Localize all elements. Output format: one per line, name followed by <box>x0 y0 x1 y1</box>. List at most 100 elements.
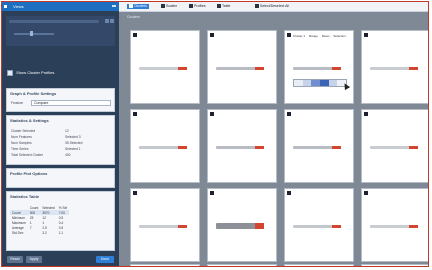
tile-checkbox[interactable] <box>133 112 137 116</box>
color-scale-step <box>311 80 321 86</box>
tab-table[interactable]: Table <box>217 4 230 9</box>
panel-title-bar: Views <box>2 2 119 11</box>
tab-label: Scatter <box>166 4 178 8</box>
settings-panel: Views Show Cluster Profiles Graph & Prof… <box>2 2 119 266</box>
selection-highlight <box>409 225 418 228</box>
profile-bar <box>293 225 341 228</box>
tile-checkbox[interactable] <box>210 191 214 195</box>
tab-label: Table <box>222 4 231 8</box>
grid-icon <box>129 4 133 9</box>
cluster-tile[interactable] <box>130 30 200 104</box>
profile-bar <box>139 67 187 70</box>
tile-checkbox[interactable] <box>287 112 291 116</box>
cluster-tile[interactable] <box>361 188 428 262</box>
cluster-tile[interactable] <box>207 264 277 266</box>
cluster-tile[interactable] <box>130 264 200 266</box>
cluster-tile[interactable] <box>130 188 200 262</box>
legend-item: Mean <box>321 34 330 38</box>
search-field[interactable] <box>9 20 99 23</box>
select-all-button[interactable]: Select/Deselect All <box>255 4 289 9</box>
statistics-section: Statistics & Settings Cluster Selected 12… <box>6 115 115 165</box>
color-scale-step <box>328 80 338 86</box>
profile-bar <box>370 67 418 70</box>
stat-key: Time Series <box>11 147 29 151</box>
panel-title: Views <box>13 4 24 9</box>
profile-bar <box>293 67 341 70</box>
cluster-tile[interactable] <box>130 109 200 183</box>
done-button[interactable]: Done <box>96 256 114 263</box>
tile-checkbox[interactable] <box>364 112 368 116</box>
stat-row: Cluster Selected 12 <box>11 129 69 133</box>
cluster-tile[interactable] <box>361 109 428 183</box>
apply-button[interactable]: Apply <box>26 256 42 263</box>
tab-scatter[interactable]: Scatter <box>161 4 177 9</box>
cluster-tile[interactable] <box>207 30 277 104</box>
section-header: Graph & Profile Settings <box>10 91 57 96</box>
stat-key: Cluster Selected <box>11 129 36 133</box>
profile-bar <box>216 223 264 229</box>
feature-select[interactable]: Compare <box>31 100 111 106</box>
tile-checkbox[interactable] <box>364 33 368 37</box>
show-profiles-row[interactable]: Show Cluster Profiles <box>7 70 54 76</box>
stat-row: Total Selected Cluster 400 <box>11 153 71 157</box>
mouse-cursor-icon <box>341 81 351 91</box>
cluster-tile[interactable] <box>361 264 428 266</box>
size-slider-track[interactable] <box>14 33 54 35</box>
scatter-icon <box>161 4 165 9</box>
settings-icon[interactable] <box>105 19 109 23</box>
cluster-tile[interactable] <box>207 188 277 262</box>
table-cell: Maximum <box>12 220 26 225</box>
stat-value: 35 Selected <box>65 141 83 145</box>
selection-highlight <box>178 225 187 228</box>
tile-checkbox[interactable] <box>364 191 368 195</box>
cluster-tile[interactable] <box>207 109 277 183</box>
table-icon <box>217 4 221 9</box>
color-scale <box>293 79 347 87</box>
cluster-tile[interactable]: Cluster 1 Range Mean Selection <box>284 30 354 104</box>
profile-options-section[interactable]: Profile Plot Options <box>6 168 115 188</box>
show-profiles-checkbox[interactable] <box>7 70 13 76</box>
color-scale-step <box>320 80 329 86</box>
profile-bar <box>370 225 418 228</box>
selection-highlight <box>255 67 264 70</box>
stat-row: Time Series Selected 1 <box>11 147 81 151</box>
tile-checkbox[interactable] <box>133 191 137 195</box>
size-slider-handle[interactable] <box>30 31 33 36</box>
reset-button[interactable]: Reset <box>7 256 23 263</box>
stat-value: Selected 3 <box>65 135 81 139</box>
cluster-tile[interactable] <box>284 109 354 183</box>
tile-checkbox[interactable] <box>210 112 214 116</box>
stat-key: Num Features <box>11 135 32 139</box>
grid-header: Clusters <box>127 15 140 19</box>
stat-row: Num Samples 35 Selected <box>11 141 82 145</box>
legend-item: Cluster 1 <box>293 34 306 38</box>
tab-label: Profiles <box>194 4 206 8</box>
column-header: Selected <box>42 205 55 210</box>
section-header: Statistics & Settings <box>10 118 49 123</box>
tab-label: Select/Deselect All <box>260 4 289 8</box>
statistics-table: Count Selected % Sel Count 500 3570 7.00 Mi… <box>10 205 70 235</box>
graph-settings-section: Graph & Profile Settings Feature Compare <box>6 88 115 112</box>
table-cell <box>28 230 41 235</box>
tile-checkbox[interactable] <box>133 33 137 37</box>
panel-controls <box>6 16 115 46</box>
table-cell: 3.2 <box>42 230 47 235</box>
tile-checkbox[interactable] <box>287 33 291 37</box>
close-icon[interactable] <box>110 19 114 23</box>
tab-clusters[interactable]: Clusters <box>127 4 149 9</box>
cluster-tile[interactable] <box>361 30 428 104</box>
tab-profiles[interactable]: Profiles <box>189 4 206 9</box>
minimize-icon[interactable] <box>112 5 116 7</box>
tile-checkbox[interactable] <box>210 33 214 37</box>
cluster-tile[interactable] <box>284 188 354 262</box>
statistics-table-section: Statistics Table Count Selected % Sel Co… <box>6 191 115 251</box>
cluster-tile[interactable] <box>284 264 354 266</box>
selection-highlight <box>409 146 418 149</box>
section-header: Statistics Table <box>10 194 40 199</box>
tile-checkbox[interactable] <box>287 191 291 195</box>
view-toolbar: Clusters Scatter Profiles Table Select/D… <box>119 2 428 12</box>
table-row[interactable]: Std Dev 3.2 1.1 <box>10 230 69 235</box>
selection-highlight <box>409 67 418 70</box>
profile-bar <box>216 67 264 70</box>
panel-icon <box>4 5 7 8</box>
